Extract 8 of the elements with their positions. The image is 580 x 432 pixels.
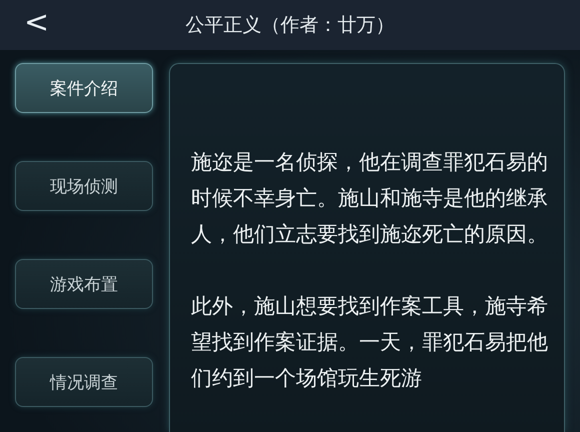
section-tab[interactable]: 情况调查: [15, 357, 153, 407]
back-button[interactable]: <: [18, 5, 56, 41]
section-tab[interactable]: 游戏布置: [15, 259, 153, 309]
description-paragraph: 此外，施山想要找到作案工具，施寺希望找到作案证据。一天，罪犯石易把他们约到一个场馆玩生死游: [191, 293, 548, 392]
section-tab[interactable]: 现场侦测: [15, 161, 153, 211]
page-title: 公平正义（作者：廿万）: [186, 13, 394, 38]
section-tab[interactable]: 案件介绍: [15, 63, 153, 113]
description-paragraph: 施迩是一名侦探，他在调查罪犯石易的时候不幸身亡。施山和施寺是他的继承人，他们立志要找到施迩死亡的原因。: [191, 149, 548, 248]
